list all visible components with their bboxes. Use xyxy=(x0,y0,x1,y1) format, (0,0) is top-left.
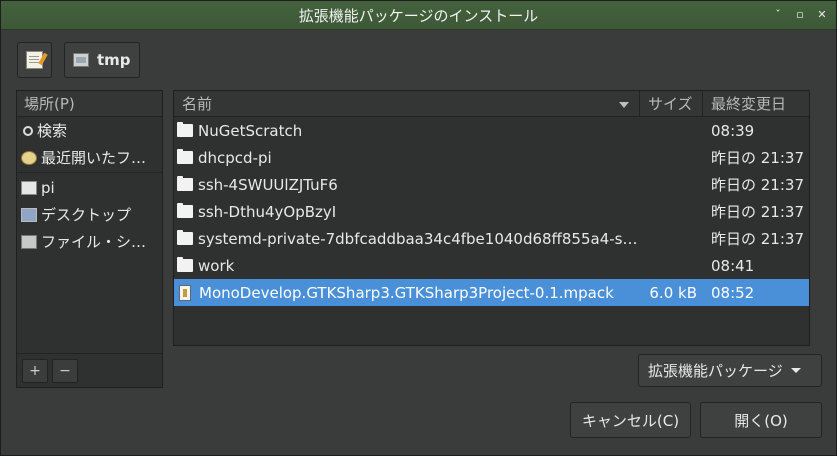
open-button-label: 開く(O) xyxy=(734,411,788,430)
file-name: MonoDevelop.GTKSharp3.GTKSharp3Project-0… xyxy=(199,283,614,302)
open-button[interactable]: 開く(O) xyxy=(700,402,822,438)
file-date: 08:41 xyxy=(711,256,755,275)
filter-label: 拡張機能パッケージ xyxy=(648,362,783,380)
sidebar-item-label: pi xyxy=(41,178,55,197)
add-icon: + xyxy=(29,363,41,379)
file-type-filter-dropdown[interactable]: 拡張機能パッケージ xyxy=(638,354,822,387)
folder-icon xyxy=(177,149,193,164)
path-crumb-label: tmp xyxy=(97,51,131,69)
add-bookmark-button[interactable]: + xyxy=(22,359,48,383)
folder-icon xyxy=(177,176,193,191)
file-date: 昨日の 21:37 xyxy=(711,149,804,167)
file-name: NuGetScratch xyxy=(198,121,303,140)
file-list-header: 名前 サイズ 最終変更日 xyxy=(174,91,809,117)
sidebar-item-label: 検索 xyxy=(37,122,68,140)
file-row[interactable]: ssh-4SWUUlZJTuF6 昨日の 21:37 xyxy=(174,171,809,198)
places-sidebar: 場所(P) 検索 最近開いたフ… pi デスクトップ ファイル・シ… + − xyxy=(16,90,163,388)
file-date: 昨日の 21:37 xyxy=(711,176,804,194)
remove-bookmark-button[interactable]: − xyxy=(52,359,78,383)
file-date: 昨日の 21:37 xyxy=(711,203,804,221)
filesystem-icon xyxy=(21,234,37,249)
edit-location-button[interactable] xyxy=(17,42,52,78)
file-name: work xyxy=(198,256,235,275)
sidebar-item-desktop[interactable]: デスクトップ xyxy=(17,201,162,228)
column-modified-label: 最終変更日 xyxy=(711,95,787,113)
remove-icon: − xyxy=(59,363,71,379)
file-date: 08:52 xyxy=(711,283,755,302)
file-row[interactable]: NuGetScratch 08:39 xyxy=(174,117,809,144)
folder-icon xyxy=(177,203,193,218)
chevron-down-icon xyxy=(790,368,801,373)
file-chooser-dialog: 拡張機能パッケージのインストール ˇ ▫ ✕ tmp 場所(P) 検索 最近開い… xyxy=(0,0,837,456)
window-controls: ˇ ▫ ✕ xyxy=(772,7,828,23)
file-name: ssh-4SWUUlZJTuF6 xyxy=(198,175,338,194)
sidebar-item-label: デスクトップ xyxy=(41,206,132,224)
sidebar-item-filesystem[interactable]: ファイル・シ… xyxy=(17,228,162,255)
column-name-label: 名前 xyxy=(182,95,213,113)
column-modified[interactable]: 最終変更日 xyxy=(703,91,809,116)
file-date: 昨日の 21:37 xyxy=(711,230,804,248)
drive-icon xyxy=(73,53,89,67)
sidebar-item-search[interactable]: 検索 xyxy=(17,117,162,144)
column-size[interactable]: サイズ xyxy=(640,91,703,116)
file-name: systemd-private-7dbfcaddbaa34c4fbe1040d6… xyxy=(198,229,640,248)
window-title: 拡張機能パッケージのインストール xyxy=(298,6,539,25)
file-row[interactable]: systemd-private-7dbfcaddbaa34c4fbe1040d6… xyxy=(174,225,809,252)
places-header: 場所(P) xyxy=(17,91,162,117)
title-bar[interactable]: 拡張機能パッケージのインストール ˇ ▫ ✕ xyxy=(1,1,836,30)
sidebar-item-label: 最近開いたフ… xyxy=(41,149,147,167)
sidebar-item-label: ファイル・シ… xyxy=(41,233,147,251)
recent-icon xyxy=(21,150,37,165)
file-date: 08:39 xyxy=(711,121,755,140)
minimize-icon[interactable]: ˇ xyxy=(772,7,784,23)
path-toolbar: tmp xyxy=(1,31,836,87)
file-size: 6.0 kB xyxy=(649,283,697,302)
edit-location-icon xyxy=(26,51,43,69)
cancel-button-label: キャンセル(C) xyxy=(581,411,680,430)
desktop-icon xyxy=(21,207,37,222)
file-row-selected[interactable]: MonoDevelop.GTKSharp3.GTKSharp3Project-0… xyxy=(174,279,809,306)
sort-descending-icon xyxy=(619,102,629,108)
folder-icon xyxy=(177,257,193,272)
folder-icon xyxy=(177,230,193,245)
file-list: 名前 サイズ 最終変更日 NuGetScratch 08:39 dhcpcd-p… xyxy=(173,90,810,346)
maximize-icon[interactable]: ▫ xyxy=(794,7,806,23)
cancel-button[interactable]: キャンセル(C) xyxy=(570,402,691,438)
file-row[interactable]: dhcpcd-pi 昨日の 21:37 xyxy=(174,144,809,171)
path-crumb-tmp[interactable]: tmp xyxy=(64,42,140,78)
file-name: dhcpcd-pi xyxy=(198,148,272,167)
sidebar-item-recent[interactable]: 最近開いたフ… xyxy=(17,144,162,171)
folder-icon xyxy=(177,122,193,137)
sidebar-item-home[interactable]: pi xyxy=(17,174,162,201)
column-size-label: サイズ xyxy=(648,95,693,113)
sidebar-divider xyxy=(17,172,162,173)
column-name[interactable]: 名前 xyxy=(174,91,640,116)
home-folder-icon xyxy=(21,180,37,195)
package-file-icon xyxy=(179,284,191,301)
sidebar-footer: + − xyxy=(17,353,162,387)
file-row[interactable]: work 08:41 xyxy=(174,252,809,279)
file-row[interactable]: ssh-Dthu4yOpBzyI 昨日の 21:37 xyxy=(174,198,809,225)
search-icon xyxy=(23,125,33,136)
close-icon[interactable]: ✕ xyxy=(816,7,828,23)
file-name: ssh-Dthu4yOpBzyI xyxy=(198,202,337,221)
